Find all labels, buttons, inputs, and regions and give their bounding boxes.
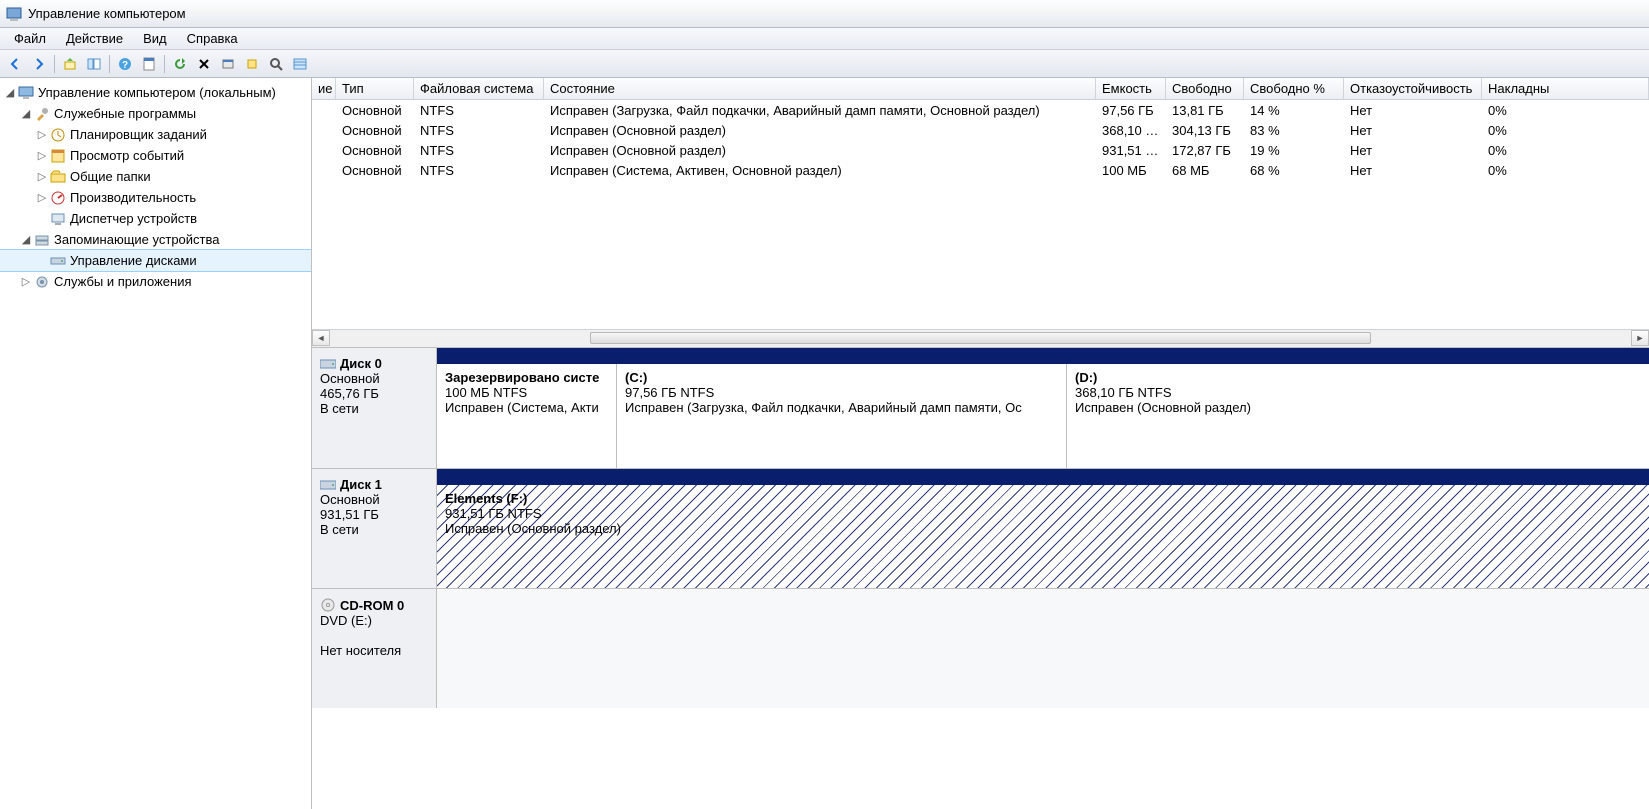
menu-bar: Файл Действие Вид Справка <box>0 28 1649 50</box>
settings-button[interactable] <box>217 53 239 75</box>
twist-icon[interactable] <box>20 233 32 246</box>
scroll-right-button[interactable]: ► <box>1631 330 1649 346</box>
help-button[interactable]: ? <box>114 53 136 75</box>
volume-row[interactable]: ОсновнойNTFSИсправен (Основной раздел)93… <box>312 140 1649 160</box>
empty-media <box>437 589 1649 708</box>
col-header[interactable]: ие <box>312 78 336 99</box>
volume-row[interactable]: ОсновнойNTFSИсправен (Система, Активен, … <box>312 160 1649 180</box>
scroll-thumb[interactable] <box>590 332 1371 344</box>
tree-services-apps[interactable]: Службы и приложения <box>0 271 311 292</box>
disk-row: Диск 0Основной465,76 ГБВ сетиЗарезервиро… <box>312 348 1649 468</box>
partition[interactable]: (C:)97,56 ГБ NTFSИсправен (Загрузка, Фай… <box>617 364 1067 468</box>
services-icon <box>34 274 50 290</box>
col-header-overhead[interactable]: Накладны <box>1482 78 1649 99</box>
col-header-free-pct[interactable]: Свободно % <box>1244 78 1344 99</box>
device-icon <box>50 211 66 227</box>
col-header-fault[interactable]: Отказоустойчивость <box>1344 78 1482 99</box>
perf-icon <box>50 190 66 206</box>
tree-performance[interactable]: Производительность <box>0 187 311 208</box>
up-button[interactable] <box>59 53 81 75</box>
col-header-fs[interactable]: Файловая система <box>414 78 544 99</box>
disk-row: Диск 1Основной931,51 ГБВ сетиElements (F… <box>312 468 1649 588</box>
tree-event-viewer[interactable]: Просмотр событий <box>0 145 311 166</box>
delete-button[interactable] <box>193 53 215 75</box>
tree-task-scheduler[interactable]: Планировщик заданий <box>0 124 311 145</box>
menu-file[interactable]: Файл <box>4 29 56 48</box>
clock-icon <box>50 127 66 143</box>
allocation-bar <box>437 348 1649 364</box>
scroll-left-button[interactable]: ◄ <box>312 330 330 346</box>
col-header-type[interactable]: Тип <box>336 78 414 99</box>
tree-storage[interactable]: Запоминающие устройства <box>0 229 311 250</box>
show-hide-tree-button[interactable] <box>83 53 105 75</box>
cdrom-row: CD-ROM 0DVD (E:) Нет носителя <box>312 588 1649 708</box>
tree-system-tools[interactable]: Служебные программы <box>0 103 311 124</box>
disk-header[interactable]: CD-ROM 0DVD (E:) Нет носителя <box>312 589 437 708</box>
find-button[interactable] <box>265 53 287 75</box>
twist-icon[interactable] <box>36 191 48 204</box>
horizontal-scrollbar[interactable]: ◄ ► <box>312 329 1649 347</box>
twist-icon[interactable] <box>4 86 16 99</box>
grid-header: ие Тип Файловая система Состояние Емкост… <box>312 78 1649 100</box>
volume-row[interactable]: ОсновнойNTFSИсправен (Загрузка, Файл под… <box>312 100 1649 120</box>
list-button[interactable] <box>289 53 311 75</box>
col-header-state[interactable]: Состояние <box>544 78 1096 99</box>
disk-header[interactable]: Диск 0Основной465,76 ГБВ сети <box>312 348 437 468</box>
allocation-bar <box>437 469 1649 485</box>
menu-view[interactable]: Вид <box>133 29 177 48</box>
disk-header[interactable]: Диск 1Основной931,51 ГБВ сети <box>312 469 437 588</box>
twist-icon[interactable] <box>20 107 32 120</box>
toolbar: ? <box>0 50 1649 78</box>
forward-button[interactable] <box>28 53 50 75</box>
twist-icon[interactable] <box>36 149 48 162</box>
tree-device-manager[interactable]: Диспетчер устройств <box>0 208 311 229</box>
disk-map: Диск 0Основной465,76 ГБВ сетиЗарезервиро… <box>312 348 1649 809</box>
tree-root[interactable]: Управление компьютером (локальным) <box>0 82 311 103</box>
navigation-tree[interactable]: Управление компьютером (локальным) Служе… <box>0 78 312 809</box>
partition[interactable]: Elements (F:)931,51 ГБ NTFSИсправен (Осн… <box>437 485 1649 588</box>
tree-disk-management[interactable]: Управление дисками <box>0 250 311 271</box>
twist-icon[interactable] <box>36 128 48 141</box>
folder-share-icon <box>50 169 66 185</box>
twist-icon[interactable] <box>20 275 32 288</box>
window-title: Управление компьютером <box>28 6 186 21</box>
title-bar: Управление компьютером <box>0 0 1649 28</box>
event-icon <box>50 148 66 164</box>
storage-icon <box>34 232 50 248</box>
refresh-button[interactable] <box>169 53 191 75</box>
back-button[interactable] <box>4 53 26 75</box>
action-button[interactable] <box>241 53 263 75</box>
partition[interactable]: Зарезервировано систе100 МБ NTFSИсправен… <box>437 364 617 468</box>
computer-icon <box>18 85 34 101</box>
tools-icon <box>34 106 50 122</box>
col-header-capacity[interactable]: Емкость <box>1096 78 1166 99</box>
svg-text:?: ? <box>122 60 128 71</box>
partition[interactable]: (D:)368,10 ГБ NTFSИсправен (Основной раз… <box>1067 364 1647 468</box>
volume-list: ие Тип Файловая система Состояние Емкост… <box>312 78 1649 348</box>
properties-button[interactable] <box>138 53 160 75</box>
volume-row[interactable]: ОсновнойNTFSИсправен (Основной раздел)36… <box>312 120 1649 140</box>
disk-icon <box>50 253 66 269</box>
tree-shared-folders[interactable]: Общие папки <box>0 166 311 187</box>
grid-body[interactable]: ОсновнойNTFSИсправен (Загрузка, Файл под… <box>312 100 1649 180</box>
app-icon <box>6 6 22 22</box>
menu-help[interactable]: Справка <box>177 29 248 48</box>
col-header-free[interactable]: Свободно <box>1166 78 1244 99</box>
menu-action[interactable]: Действие <box>56 29 133 48</box>
twist-icon[interactable] <box>36 170 48 183</box>
